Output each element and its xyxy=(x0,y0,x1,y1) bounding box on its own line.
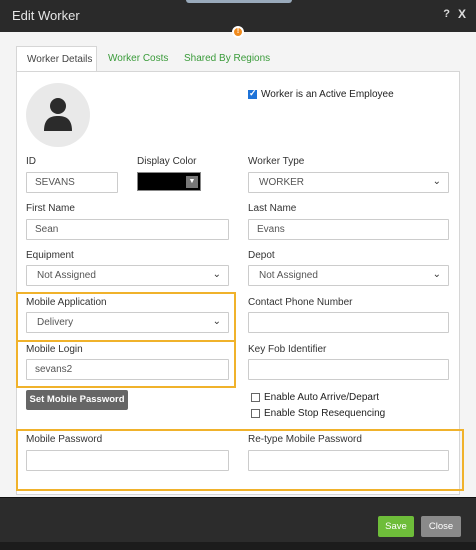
caret-down-icon[interactable]: ▼ xyxy=(186,176,198,188)
chevron-down-icon: ⌄ xyxy=(212,269,221,280)
id-field[interactable]: SEVANS xyxy=(26,172,118,193)
worker-type-select[interactable]: WORKER ⌄ xyxy=(248,172,449,193)
worker-type-label: Worker Type xyxy=(248,156,305,167)
last-name-field[interactable]: Evans xyxy=(248,219,449,240)
tab-shared-by-regions[interactable]: Shared By Regions xyxy=(174,46,280,72)
top-scroll-handle xyxy=(186,0,292,3)
contact-phone-label: Contact Phone Number xyxy=(248,297,353,308)
dialog-title: Edit Worker xyxy=(12,8,80,23)
avatar[interactable] xyxy=(26,83,90,147)
depot-select[interactable]: Not Assigned ⌄ xyxy=(248,265,449,286)
display-color-label: Display Color xyxy=(137,156,197,167)
set-mobile-password-button[interactable]: Set Mobile Password xyxy=(26,390,128,410)
display-color-picker[interactable]: ▼ xyxy=(137,172,201,191)
auto-arrive-label: Enable Auto Arrive/Depart xyxy=(264,392,380,403)
highlight-mobile-application xyxy=(16,292,236,342)
worker-type-value: WORKER xyxy=(259,177,304,188)
equipment-select[interactable]: Not Assigned ⌄ xyxy=(26,265,229,286)
auto-arrive-checkbox-row[interactable]: Enable Auto Arrive/Depart xyxy=(251,392,379,403)
chevron-down-icon: ⌄ xyxy=(432,176,441,187)
id-label: ID xyxy=(26,156,36,167)
active-employee-checkbox-row[interactable]: Worker is an Active Employee xyxy=(248,88,394,100)
chevron-down-icon: ⌄ xyxy=(432,269,441,280)
depot-value: Not Assigned xyxy=(259,270,318,281)
user-icon xyxy=(44,98,72,131)
close-button[interactable]: Close xyxy=(421,516,461,537)
stop-resequencing-label: Enable Stop Resequencing xyxy=(264,408,386,419)
help-icon[interactable]: ? xyxy=(443,8,450,20)
stop-resequencing-checkbox[interactable] xyxy=(251,409,260,418)
contact-phone-field[interactable] xyxy=(248,312,449,333)
close-icon[interactable]: X xyxy=(458,7,466,21)
highlight-mobile-password xyxy=(16,429,464,491)
last-name-label: Last Name xyxy=(248,203,297,214)
first-name-label: First Name xyxy=(26,203,75,214)
edit-worker-dialog: Edit Worker ? X ! Worker Details Worker … xyxy=(0,0,476,550)
equipment-label: Equipment xyxy=(26,250,74,261)
key-fob-field[interactable] xyxy=(248,359,449,380)
stop-resequencing-checkbox-row[interactable]: Enable Stop Resequencing xyxy=(251,408,385,419)
auto-arrive-checkbox[interactable] xyxy=(251,393,260,402)
save-button[interactable]: Save xyxy=(378,516,414,537)
notification-icon[interactable]: ! xyxy=(232,26,244,38)
tab-worker-details[interactable]: Worker Details xyxy=(16,46,97,72)
tab-worker-costs[interactable]: Worker Costs xyxy=(98,46,178,72)
first-name-field[interactable]: Sean xyxy=(26,219,229,240)
footer-edge xyxy=(0,542,476,550)
equipment-value: Not Assigned xyxy=(37,270,96,281)
active-employee-label: Worker is an Active Employee xyxy=(261,89,394,100)
active-employee-checkbox[interactable] xyxy=(248,88,257,99)
depot-label: Depot xyxy=(248,250,275,261)
key-fob-label: Key Fob Identifier xyxy=(248,344,327,355)
highlight-mobile-login xyxy=(16,340,236,388)
